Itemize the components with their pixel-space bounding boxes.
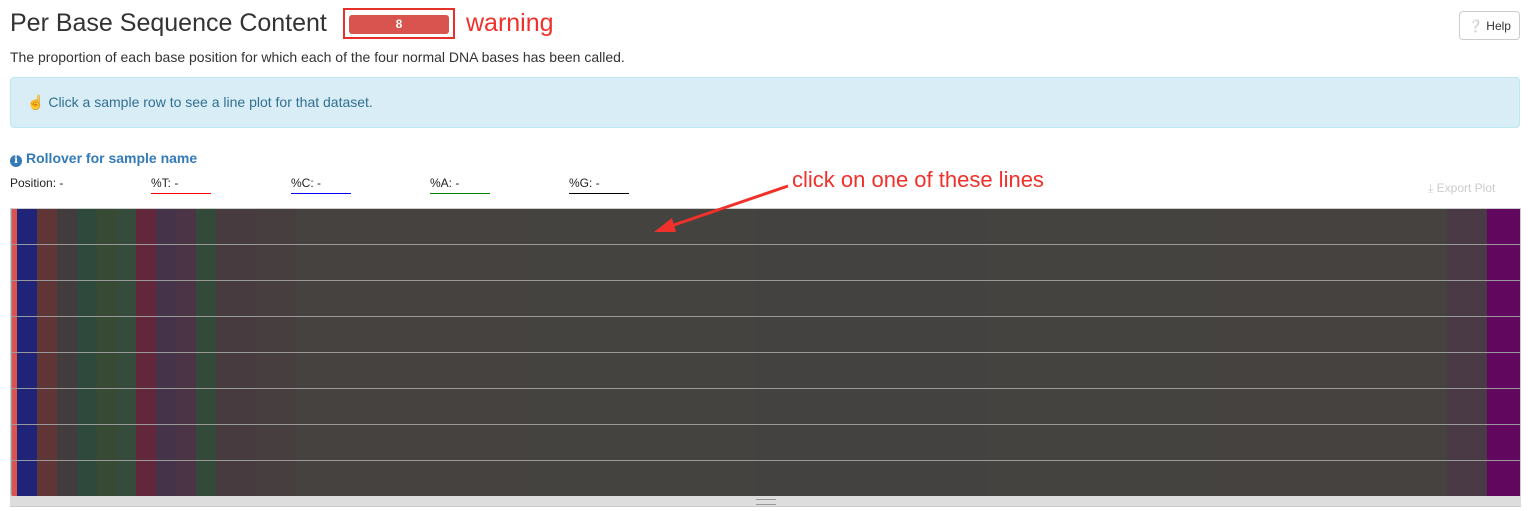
annotation-arrow xyxy=(654,184,789,232)
